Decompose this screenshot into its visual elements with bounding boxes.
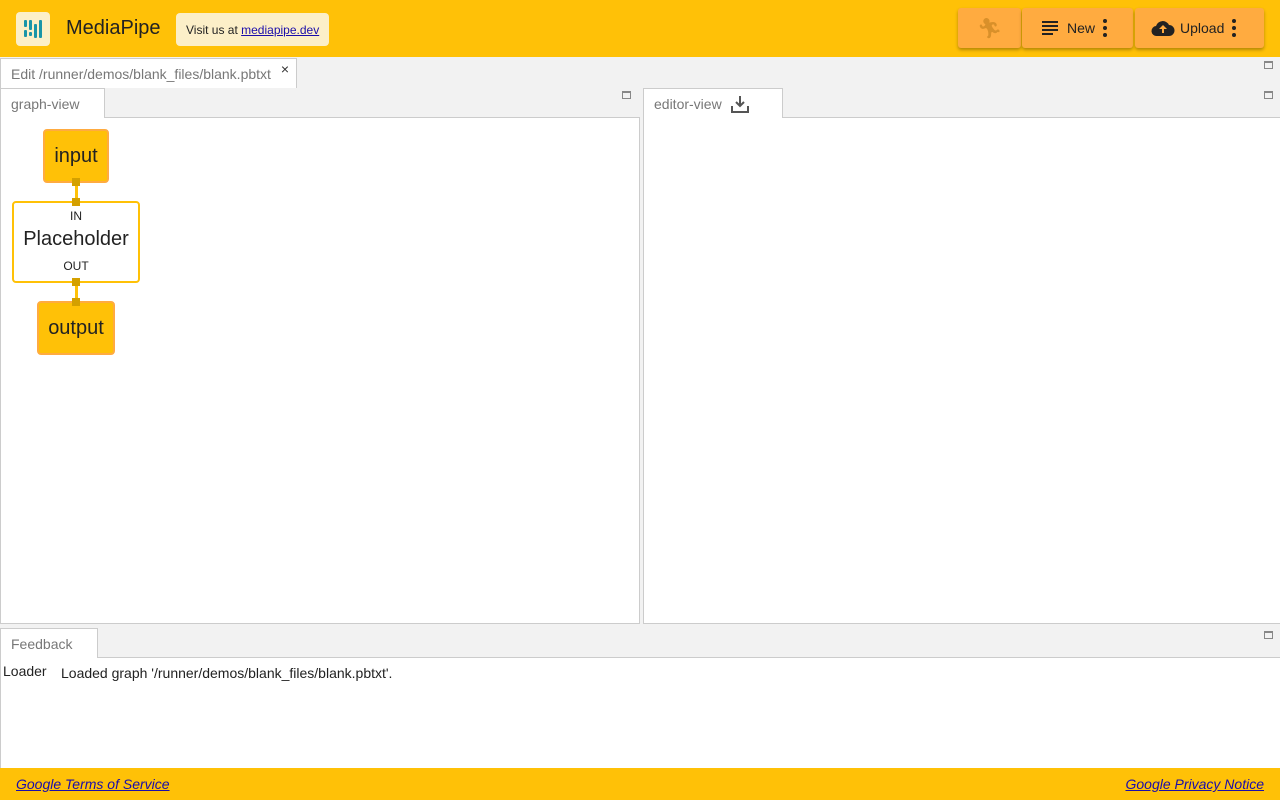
close-icon[interactable]: × [281, 61, 289, 77]
graph-view-panel: input IN Placeholder OUT output [0, 117, 640, 624]
tab-feedback-label: Feedback [11, 636, 73, 652]
maximize-icon[interactable] [1264, 91, 1273, 99]
graph-node-input[interactable]: input [43, 129, 109, 183]
terms-link[interactable]: Google Terms of Service [16, 776, 170, 792]
mediapipe-link[interactable]: mediapipe.dev [241, 23, 319, 37]
run-button[interactable]: 🏃︎ [958, 8, 1021, 48]
output-label: output [48, 316, 104, 339]
node-label: Placeholder [23, 228, 129, 250]
tab-feedback[interactable]: Feedback [0, 628, 98, 658]
mediapipe-logo-icon [16, 12, 50, 46]
port [72, 198, 80, 206]
tab-file[interactable]: Edit /runner/demos/blank_files/blank.pbt… [0, 58, 297, 88]
new-more-icon[interactable] [1103, 19, 1108, 37]
port [72, 178, 80, 186]
tab-file-label: Edit /runner/demos/blank_files/blank.pbt… [11, 66, 271, 82]
tab-graph-view-label: graph-view [11, 96, 80, 112]
feedback-source: Loader [3, 663, 47, 679]
app-title: MediaPipe [66, 17, 161, 39]
upload-more-icon[interactable] [1232, 19, 1237, 37]
visit-banner: Visit us at mediapipe.dev [176, 13, 330, 46]
in-port-label: IN [70, 209, 82, 223]
upload-label: Upload [1180, 20, 1225, 36]
app-header: MediaPipe Visit us at mediapipe.dev 🏃︎ N… [0, 0, 1280, 57]
download-icon[interactable] [730, 94, 750, 114]
cloud-upload-icon [1151, 21, 1175, 37]
maximize-icon[interactable] [1264, 61, 1273, 69]
tab-editor-view-label: editor-view [654, 96, 722, 112]
upload-button[interactable]: Upload [1135, 8, 1264, 48]
maximize-icon[interactable] [1264, 631, 1273, 639]
graph-node-placeholder[interactable]: IN Placeholder OUT [12, 201, 140, 283]
notes-icon [1042, 21, 1058, 35]
privacy-link[interactable]: Google Privacy Notice [1125, 776, 1264, 792]
port [72, 278, 80, 286]
new-button[interactable]: New [1022, 8, 1133, 48]
graph-node-output[interactable]: output [37, 301, 115, 355]
feedback-panel: Loader Loaded graph '/runner/demos/blank… [0, 657, 1280, 769]
footer: Google Terms of Service Google Privacy N… [0, 768, 1280, 800]
visit-text: Visit us at [186, 23, 242, 37]
port [72, 298, 80, 306]
feedback-message: Loaded graph '/runner/demos/blank_files/… [61, 665, 393, 681]
tab-editor-view[interactable]: editor-view [643, 88, 783, 118]
input-label: input [54, 144, 98, 167]
new-label: New [1067, 20, 1096, 36]
editor-view-panel[interactable] [643, 117, 1280, 624]
tab-graph-view[interactable]: graph-view [0, 88, 105, 118]
out-port-label: OUT [63, 259, 89, 273]
maximize-icon[interactable] [622, 91, 631, 99]
run-icon: 🏃︎ [976, 17, 1003, 40]
